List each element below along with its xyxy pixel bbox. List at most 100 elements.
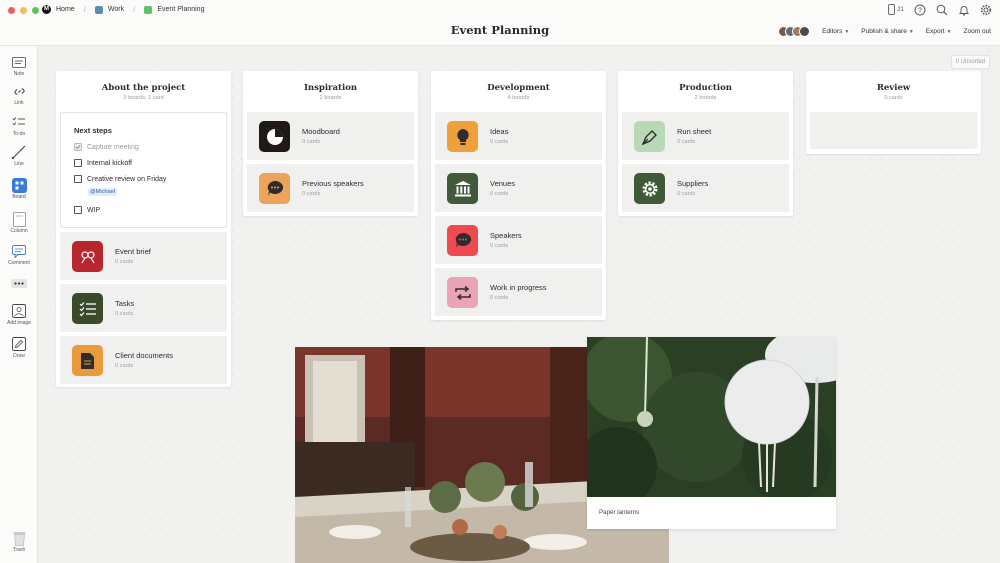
breadcrumb-home[interactable]: M Home	[42, 5, 75, 14]
todo-item[interactable]: Capture meeting	[74, 143, 139, 151]
board-card-event-brief[interactable]: Event brief 0 cards	[60, 232, 227, 280]
checkbox-checked[interactable]	[74, 143, 82, 151]
board-card-venues[interactable]: Venues 0 cards	[435, 164, 602, 212]
column-review[interactable]: Review 0 cards	[806, 71, 981, 154]
tool-column[interactable]: Column	[0, 211, 38, 234]
card-count: 0 cards	[677, 191, 696, 197]
editor-avatars[interactable]	[778, 26, 811, 37]
board-card-previous-speakers[interactable]: Previous speakers 0 cards	[247, 164, 414, 212]
settings-gear-icon[interactable]	[979, 3, 992, 16]
comment-icon	[11, 243, 27, 259]
tool-trash[interactable]: Trash	[0, 530, 38, 553]
device-count: 21	[897, 6, 904, 13]
repeat-icon	[447, 277, 478, 308]
board-canvas[interactable]: 0 Unsorted About the project 3 boards, 1…	[39, 47, 1000, 563]
photo-caption: Paper lanterns	[599, 509, 640, 516]
empty-drop-area[interactable]	[810, 112, 977, 149]
breadcrumb-separator: /	[83, 5, 86, 14]
close-window-button[interactable]	[8, 7, 15, 14]
export-dropdown[interactable]: Export ▼	[926, 28, 952, 35]
tool-note-label: Note	[13, 71, 25, 77]
breadcrumb: M Home / Work / Event Planning	[42, 5, 204, 14]
tool-more[interactable]	[0, 275, 38, 291]
column-title: About the project	[101, 83, 186, 93]
tool-line-label: Line	[14, 161, 24, 167]
breadcrumb-current[interactable]: Event Planning	[144, 5, 204, 14]
tool-comment[interactable]: Comment	[0, 243, 38, 266]
todo-item[interactable]: Internal kickoff	[74, 159, 132, 167]
unsorted-button[interactable]: 0 Unsorted	[950, 55, 990, 69]
chevron-down-icon: ▼	[908, 28, 914, 35]
card-name: Work in progress	[490, 283, 547, 292]
column-title: Inspiration	[303, 83, 358, 93]
tool-board[interactable]: Board	[0, 177, 38, 200]
column-production[interactable]: Production 2 boards Run sheet 0 cards Su…	[618, 71, 793, 216]
card-name: Suppliers	[677, 179, 709, 188]
todo-item[interactable]: WIP	[74, 206, 100, 214]
column-subtitle: 3 boards, 1 card	[123, 95, 164, 101]
card-count: 0 cards	[490, 191, 509, 197]
checkbox[interactable]	[74, 159, 82, 167]
tool-link-label: Link	[14, 100, 24, 106]
building-icon	[447, 173, 478, 204]
column-title: Review	[876, 83, 911, 93]
checklist-icon	[72, 293, 103, 324]
tool-comment-label: Comment	[8, 260, 30, 266]
link-icon	[11, 83, 27, 99]
checkbox[interactable]	[74, 175, 82, 183]
devices-button[interactable]: 21	[888, 4, 904, 15]
zoom-label: Zoom out	[963, 28, 991, 35]
tool-link[interactable]: Link	[0, 83, 38, 106]
todo-list[interactable]: Next steps Capture meeting Internal kick…	[60, 112, 227, 228]
lightbulb-icon	[447, 121, 478, 152]
card-count: 0 cards	[115, 259, 134, 265]
board-card-work-in-progress[interactable]: Work in progress 0 cards	[435, 268, 602, 316]
board-card-moodboard[interactable]: Moodboard 0 cards	[247, 112, 414, 160]
board-card-tasks[interactable]: Tasks 0 cards	[60, 284, 227, 332]
publish-share-dropdown[interactable]: Publish & share ▼	[861, 28, 913, 35]
card-count: 0 cards	[490, 295, 509, 301]
board-card-run-sheet[interactable]: Run sheet 0 cards	[622, 112, 789, 160]
card-name: Client documents	[115, 351, 173, 360]
column-subtitle: 2 boards	[694, 95, 717, 101]
column-about-project[interactable]: About the project 3 boards, 1 card Next …	[56, 71, 231, 387]
event-board-icon	[144, 5, 153, 14]
board-card-speakers[interactable]: Speakers 0 cards	[435, 216, 602, 264]
zoom-out-button[interactable]: Zoom out	[964, 28, 991, 35]
tool-todo[interactable]: To-do	[0, 114, 38, 137]
help-icon[interactable]: ?	[913, 3, 926, 16]
line-icon	[11, 144, 27, 160]
board-card-ideas[interactable]: Ideas 0 cards	[435, 112, 602, 160]
tool-add-image[interactable]: Add image	[0, 303, 38, 326]
maximize-window-button[interactable]	[32, 7, 39, 14]
tool-draw[interactable]: Draw	[0, 336, 38, 359]
avatar	[799, 26, 811, 37]
card-count: 0 cards	[302, 139, 321, 145]
column-icon	[11, 211, 27, 227]
search-icon[interactable]	[935, 3, 948, 16]
photo-paper-lanterns[interactable]: Paper lanterns	[587, 337, 836, 529]
bell-icon[interactable]	[957, 3, 970, 16]
card-count: 0 cards	[115, 363, 134, 369]
todo-item[interactable]: Creative review on Friday	[74, 175, 166, 183]
todo-item-label: Internal kickoff	[87, 159, 133, 167]
minimize-window-button[interactable]	[20, 7, 27, 14]
app-logo-icon: M	[42, 5, 51, 14]
tool-note[interactable]: Note	[0, 54, 38, 77]
todo-item-label: Capture meeting	[87, 143, 139, 151]
board-card-client-documents[interactable]: Client documents 0 cards	[60, 336, 227, 384]
svg-text:?: ?	[918, 7, 922, 14]
column-development[interactable]: Development 4 boards Ideas 0 cards Venue…	[431, 71, 606, 320]
tool-line[interactable]: Line	[0, 144, 38, 167]
mention-tag[interactable]: @Michael	[88, 188, 117, 196]
board-card-suppliers[interactable]: Suppliers 0 cards	[622, 164, 789, 212]
checkbox[interactable]	[74, 206, 82, 214]
editors-dropdown[interactable]: Editors ▼	[822, 28, 849, 35]
window-controls	[8, 7, 39, 14]
publish-label: Publish & share	[861, 28, 907, 35]
breadcrumb-home-label: Home	[56, 6, 75, 13]
card-count: 0 cards	[490, 139, 509, 145]
column-inspiration[interactable]: Inspiration 2 boards Moodboard 0 cards P…	[243, 71, 418, 216]
breadcrumb-work[interactable]: Work	[94, 5, 124, 14]
pencil-icon	[11, 336, 27, 352]
